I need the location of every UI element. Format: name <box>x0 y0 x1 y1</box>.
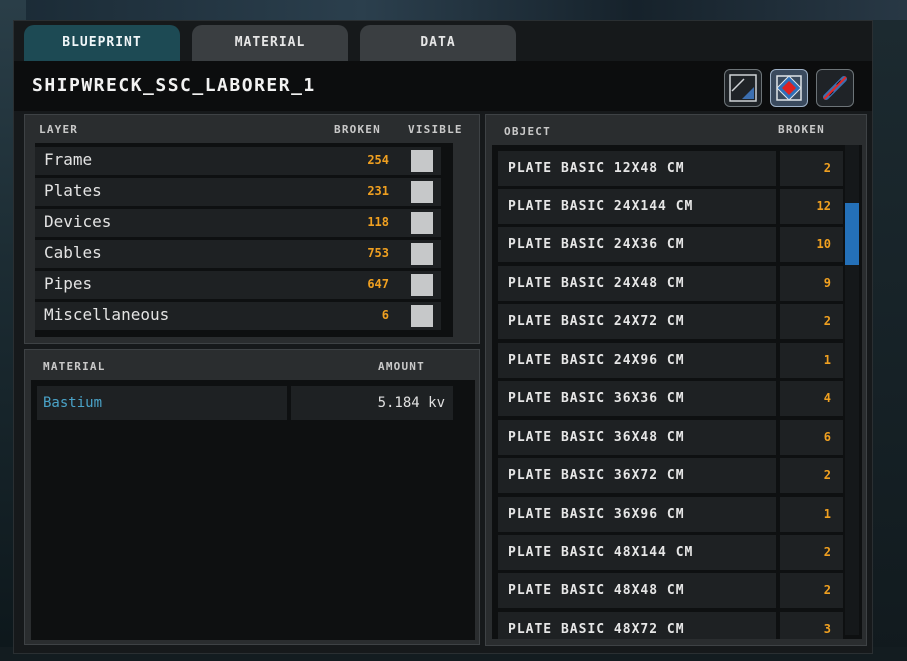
material-list: Bastium 5.184 kv <box>31 380 475 640</box>
link-cut-button[interactable] <box>816 69 854 107</box>
object-name: PLATE BASIC 24X72 CM <box>498 304 776 339</box>
object-broken-count: 2 <box>780 304 843 339</box>
object-row[interactable]: PLATE BASIC 48X72 CM 3 <box>498 612 843 639</box>
material-amount: 5.184 kv <box>291 386 453 420</box>
tab-data[interactable]: DATA <box>360 25 516 61</box>
visible-checkbox[interactable] <box>411 243 433 265</box>
layer-row-pipes[interactable]: Pipes 647 <box>35 271 441 299</box>
layer-broken-count: 6 <box>381 308 389 322</box>
visible-checkbox[interactable] <box>411 274 433 296</box>
object-broken-count: 12 <box>780 189 843 224</box>
diamond-target-icon <box>776 75 802 101</box>
target-view-button[interactable] <box>770 69 808 107</box>
layer-list: Frame 254 Plates 231 Devices 118 Cables … <box>35 143 453 337</box>
object-row[interactable]: PLATE BASIC 24X36 CM 10 <box>498 227 843 262</box>
object-column-header: OBJECT <box>504 125 551 138</box>
layer-panel: LAYER BROKEN VISIBLE Frame 254 Plates 23… <box>24 114 480 344</box>
layer-column-header: LAYER <box>39 123 79 136</box>
object-broken-count: 9 <box>780 266 843 301</box>
object-broken-count: 4 <box>780 381 843 416</box>
object-name: PLATE BASIC 48X48 CM <box>498 573 776 608</box>
tab-bar: BLUEPRINT MATERIAL DATA <box>24 25 516 61</box>
layer-name: Cables <box>44 243 102 262</box>
material-column-header: MATERIAL <box>43 360 106 373</box>
object-name: PLATE BASIC 36X72 CM <box>498 458 776 493</box>
corner-view-button[interactable] <box>724 69 762 107</box>
object-row[interactable]: PLATE BASIC 36X96 CM 1 <box>498 497 843 532</box>
visible-checkbox[interactable] <box>411 305 433 327</box>
object-row[interactable]: PLATE BASIC 36X72 CM 2 <box>498 458 843 493</box>
object-broken-count: 3 <box>780 612 843 639</box>
corner-triangle-icon <box>729 74 757 102</box>
layer-row-cables[interactable]: Cables 753 <box>35 240 441 268</box>
layer-name: Frame <box>44 150 93 169</box>
tab-blueprint[interactable]: BLUEPRINT <box>24 25 180 61</box>
object-scrollbar[interactable] <box>845 145 859 635</box>
title-bar: SHIPWRECK_SSC_LABORER_1 <box>14 61 872 111</box>
object-row[interactable]: PLATE BASIC 12X48 CM 2 <box>498 151 843 186</box>
object-row[interactable]: PLATE BASIC 24X96 CM 1 <box>498 343 843 378</box>
visible-checkbox[interactable] <box>411 212 433 234</box>
object-name: PLATE BASIC 24X48 CM <box>498 266 776 301</box>
tool-button-group <box>724 69 854 107</box>
broken-column-header: BROKEN <box>778 123 825 136</box>
blueprint-window: BLUEPRINT MATERIAL DATA SHIPWRECK_SSC_LA… <box>13 20 873 654</box>
object-broken-count: 10 <box>780 227 843 262</box>
object-row[interactable]: PLATE BASIC 48X48 CM 2 <box>498 573 843 608</box>
layer-broken-count: 118 <box>367 215 389 229</box>
object-row[interactable]: PLATE BASIC 48X144 CM 2 <box>498 535 843 570</box>
object-name: PLATE BASIC 36X48 CM <box>498 420 776 455</box>
object-name: PLATE BASIC 12X48 CM <box>498 151 776 186</box>
object-broken-count: 6 <box>780 420 843 455</box>
object-broken-count: 2 <box>780 573 843 608</box>
material-panel: MATERIAL AMOUNT Bastium 5.184 kv <box>24 349 480 645</box>
broken-column-header: BROKEN <box>334 123 381 136</box>
blueprint-title: SHIPWRECK_SSC_LABORER_1 <box>32 75 316 96</box>
layer-name: Miscellaneous <box>44 305 170 324</box>
object-broken-count: 2 <box>780 535 843 570</box>
object-row[interactable]: PLATE BASIC 36X36 CM 4 <box>498 381 843 416</box>
visible-checkbox[interactable] <box>411 181 433 203</box>
object-name: PLATE BASIC 36X96 CM <box>498 497 776 532</box>
material-row[interactable]: Bastium 5.184 kv <box>37 386 453 420</box>
layer-name: Plates <box>44 181 102 200</box>
object-broken-count: 2 <box>780 458 843 493</box>
layer-row-miscellaneous[interactable]: Miscellaneous 6 <box>35 302 441 330</box>
layer-row-plates[interactable]: Plates 231 <box>35 178 441 206</box>
visible-column-header: VISIBLE <box>408 123 463 136</box>
background-scenery-right <box>871 20 907 661</box>
object-name: PLATE BASIC 24X144 CM <box>498 189 776 224</box>
object-broken-count: 1 <box>780 343 843 378</box>
object-row[interactable]: PLATE BASIC 24X72 CM 2 <box>498 304 843 339</box>
layer-broken-count: 231 <box>367 184 389 198</box>
object-row[interactable]: PLATE BASIC 36X48 CM 6 <box>498 420 843 455</box>
object-list: PLATE BASIC 12X48 CM 2 PLATE BASIC 24X14… <box>492 145 862 639</box>
layer-broken-count: 647 <box>367 277 389 291</box>
object-name: PLATE BASIC 24X36 CM <box>498 227 776 262</box>
object-row[interactable]: PLATE BASIC 24X48 CM 9 <box>498 266 843 301</box>
layer-row-devices[interactable]: Devices 118 <box>35 209 441 237</box>
object-broken-count: 2 <box>780 151 843 186</box>
object-name: PLATE BASIC 48X144 CM <box>498 535 776 570</box>
visible-checkbox[interactable] <box>411 150 433 172</box>
layer-name: Pipes <box>44 274 93 293</box>
amount-column-header: AMOUNT <box>378 360 425 373</box>
tab-material[interactable]: MATERIAL <box>192 25 348 61</box>
layer-name: Devices <box>44 212 112 231</box>
object-row[interactable]: PLATE BASIC 24X144 CM 12 <box>498 189 843 224</box>
object-name: PLATE BASIC 24X96 CM <box>498 343 776 378</box>
layer-broken-count: 753 <box>367 246 389 260</box>
object-panel: OBJECT BROKEN PLATE BASIC 12X48 CM 2 PLA… <box>485 114 867 646</box>
object-name: PLATE BASIC 36X36 CM <box>498 381 776 416</box>
background-scenery-top <box>0 0 907 22</box>
layer-broken-count: 254 <box>367 153 389 167</box>
layer-row-frame[interactable]: Frame 254 <box>35 147 441 175</box>
object-name: PLATE BASIC 48X72 CM <box>498 612 776 639</box>
material-name: Bastium <box>37 386 287 420</box>
link-cut-icon <box>823 76 847 100</box>
scrollbar-thumb[interactable] <box>845 203 859 265</box>
object-broken-count: 1 <box>780 497 843 532</box>
